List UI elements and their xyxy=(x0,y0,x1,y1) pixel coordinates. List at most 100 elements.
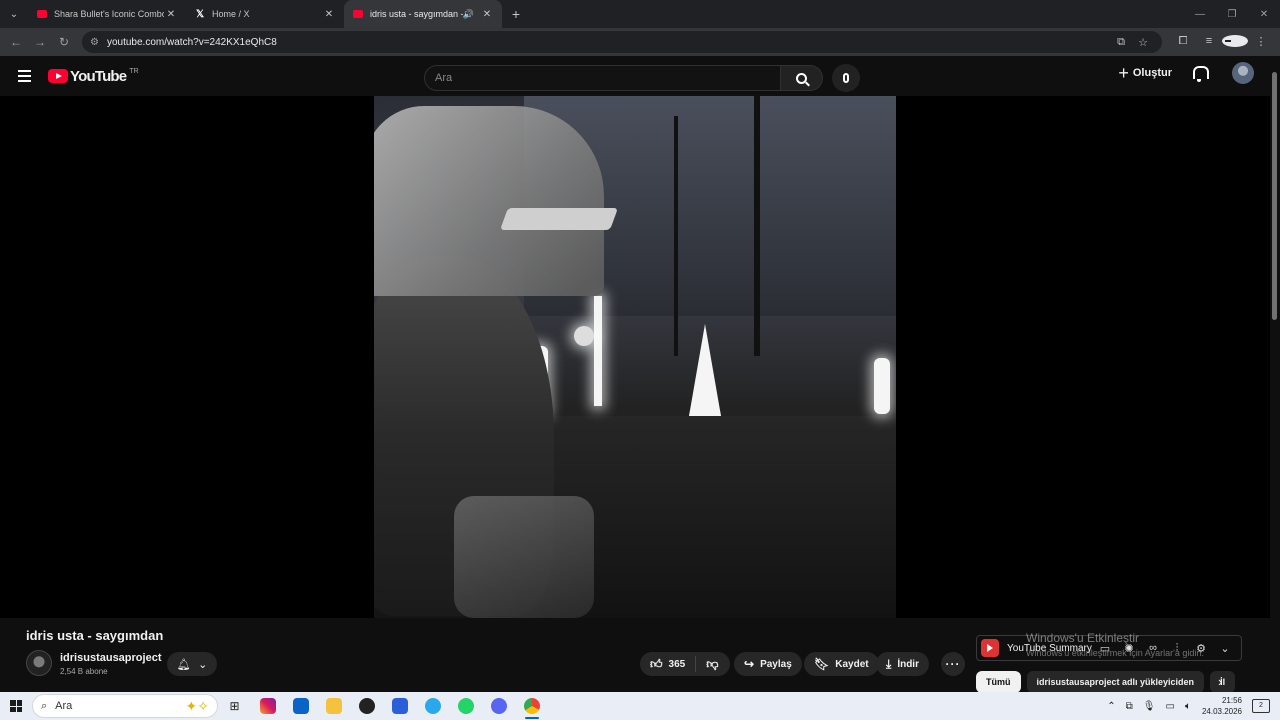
search-icon: ⌕ xyxy=(41,699,48,712)
channel-avatar[interactable] xyxy=(26,650,52,676)
close-window-icon[interactable]: ✕ xyxy=(1248,9,1280,20)
chip-related[interactable]: İl xyxy=(1210,671,1236,693)
telegram-icon[interactable] xyxy=(416,692,449,720)
forward-arrow-icon[interactable]: → xyxy=(28,30,52,54)
subscribed-button[interactable]: 🔔︎ ⌄ xyxy=(167,652,217,676)
youtube-logo[interactable]: YouTube TR xyxy=(48,68,139,85)
tab-title: Shara Bullet's Iconic Combo xyxy=(54,9,164,19)
search-bar: Ara xyxy=(424,64,860,92)
download-button[interactable]: ⤓ İndir xyxy=(876,652,929,676)
discord-icon[interactable] xyxy=(482,692,515,720)
x-favicon-icon: 𝕏 xyxy=(195,8,205,20)
share-button[interactable]: ↪ Paylaş xyxy=(734,652,802,676)
volume-icon[interactable]: 🔈︎ xyxy=(1185,701,1191,712)
tab-shara-bullet[interactable]: Shara Bullet's Iconic Combo ✕ xyxy=(28,0,186,28)
video-frame-tree xyxy=(674,116,678,356)
task-view-icon[interactable]: ⊞ xyxy=(218,692,251,720)
install-app-icon[interactable]: ⧉ xyxy=(1110,36,1132,49)
minimize-icon[interactable]: — xyxy=(1184,9,1216,20)
video-frame-cap xyxy=(374,106,604,296)
notifications-bell-icon[interactable] xyxy=(1192,66,1209,82)
display-icon[interactable]: ⧉ xyxy=(1126,701,1133,712)
address-bar[interactable]: ⚙ youtube.com/watch?v=242KX1eQhC8 ⧉ ☆ xyxy=(82,31,1162,53)
tab-search-button[interactable]: ⌄ xyxy=(0,0,28,28)
notification-bell-icon: 🔔︎ xyxy=(176,658,191,671)
voice-search-button[interactable] xyxy=(832,64,860,92)
taskbar-search[interactable]: ⌕ Ara ✦✧ xyxy=(32,694,218,718)
thumbs-down-icon: 👎︎ xyxy=(706,656,719,671)
new-tab-button[interactable]: + xyxy=(502,6,530,22)
windows-logo-icon xyxy=(10,700,22,712)
more-actions-button[interactable]: ··· xyxy=(941,652,965,676)
dislike-button[interactable]: 👎︎ xyxy=(696,657,728,672)
tab-close-icon[interactable]: ✕ xyxy=(164,9,178,20)
notification-center-icon[interactable]: 2 xyxy=(1252,699,1270,713)
instagram-icon[interactable] xyxy=(251,692,284,720)
notes-app-icon[interactable] xyxy=(383,692,416,720)
video-title: idris usta - saygımdan xyxy=(26,628,164,643)
file-explorer-icon[interactable] xyxy=(317,692,350,720)
save-label: Kaydet xyxy=(835,658,869,670)
tab-title: Home / X xyxy=(212,9,250,19)
start-button[interactable] xyxy=(0,700,32,712)
copilot-sparkle-icon: ✦✧ xyxy=(185,697,209,714)
tab-close-icon[interactable]: ✕ xyxy=(480,9,494,20)
more-horizontal-icon: ··· xyxy=(945,657,961,671)
search-button[interactable] xyxy=(781,65,823,91)
tab-close-icon[interactable]: ✕ xyxy=(322,9,336,20)
vpn-app-icon[interactable] xyxy=(350,692,383,720)
clock-time: 21:56 xyxy=(1221,696,1242,705)
video-frame-light-tower xyxy=(594,296,602,406)
outlook-icon[interactable] xyxy=(284,692,317,720)
media-controls-icon[interactable]: ≡ xyxy=(1196,35,1222,50)
activation-watermark-text: Windows'u etkinleştirmek için Ayarlar'a … xyxy=(1026,648,1204,658)
create-button[interactable]: + Oluştur xyxy=(1118,64,1172,82)
whatsapp-icon[interactable] xyxy=(449,692,482,720)
microphone-icon xyxy=(843,73,849,83)
save-button[interactable]: 🔖︎ Kaydet xyxy=(804,652,879,676)
tab-home-x[interactable]: 𝕏 Home / X ✕ xyxy=(186,0,344,28)
browser-menu-icon[interactable]: ⋮ xyxy=(1248,35,1274,50)
like-button[interactable]: 👍︎ 365 xyxy=(640,656,697,672)
channel-name[interactable]: idrisustausaproject xyxy=(60,652,161,664)
scrollbar-thumb[interactable] xyxy=(1272,72,1277,320)
search-icon xyxy=(796,72,807,84)
restore-icon[interactable]: ❐ xyxy=(1216,9,1248,20)
taskbar-search-label: Ara xyxy=(55,700,73,712)
network-icon[interactable]: ▭ xyxy=(1166,701,1175,712)
back-arrow-icon[interactable]: ← xyxy=(4,30,28,54)
create-label: Oluştur xyxy=(1132,67,1172,79)
chip-all[interactable]: Tümü xyxy=(976,671,1021,693)
extensions-icon[interactable]: ⧠ xyxy=(1170,35,1196,50)
account-avatar[interactable] xyxy=(1232,62,1254,84)
reload-icon[interactable]: ↻ xyxy=(52,30,76,54)
site-info-icon[interactable]: ⚙ xyxy=(90,37,99,48)
microphone-icon[interactable]: 🎙︎ xyxy=(1143,701,1156,712)
chevron-down-icon[interactable]: ⌄ xyxy=(1213,642,1237,655)
chevron-right-icon[interactable]: › xyxy=(1218,674,1222,689)
profile-icon[interactable] xyxy=(1222,34,1248,50)
youtube-favicon-icon xyxy=(352,8,364,20)
chrome-icon[interactable] xyxy=(515,692,548,720)
taskbar-clock[interactable]: 21:56 24.03.2026 xyxy=(1202,695,1242,717)
video-frame-tree xyxy=(754,96,760,356)
chip-from-uploader[interactable]: idrisustausaproject adlı yükleyiciden xyxy=(1026,671,1205,693)
youtube-play-icon xyxy=(48,69,68,83)
country-code: TR xyxy=(129,67,139,75)
search-input[interactable]: Ara xyxy=(424,65,781,91)
bookmark-star-icon[interactable]: ☆ xyxy=(1132,36,1154,49)
window-controls: — ❐ ✕ xyxy=(1184,9,1280,20)
page-scrollbar[interactable] xyxy=(1270,56,1280,690)
bookmark-icon: 🔖︎ xyxy=(814,657,830,671)
like-dislike-group: 👍︎ 365 👎︎ xyxy=(640,652,730,676)
tab-idris-usta[interactable]: idris usta - saygımdan - You 🔊 ✕ xyxy=(344,0,502,28)
recommendation-chips: Tümü idrisustausaproject adlı yükleyicid… xyxy=(976,671,1242,693)
video-player[interactable] xyxy=(374,96,896,618)
youtube-header: YouTube TR Ara + Oluştur xyxy=(0,56,1270,96)
chevron-up-icon[interactable]: ⌃ xyxy=(1107,701,1115,712)
logo-text: YouTube xyxy=(70,67,127,85)
system-tray: ⌃ ⧉ 🎙︎ ▭ 🔈︎ 21:56 24.03.2026 2 xyxy=(1102,695,1280,717)
menu-icon[interactable] xyxy=(0,70,48,82)
speaker-icon[interactable]: 🔊 xyxy=(463,9,474,20)
extension-logo-icon xyxy=(981,639,999,657)
